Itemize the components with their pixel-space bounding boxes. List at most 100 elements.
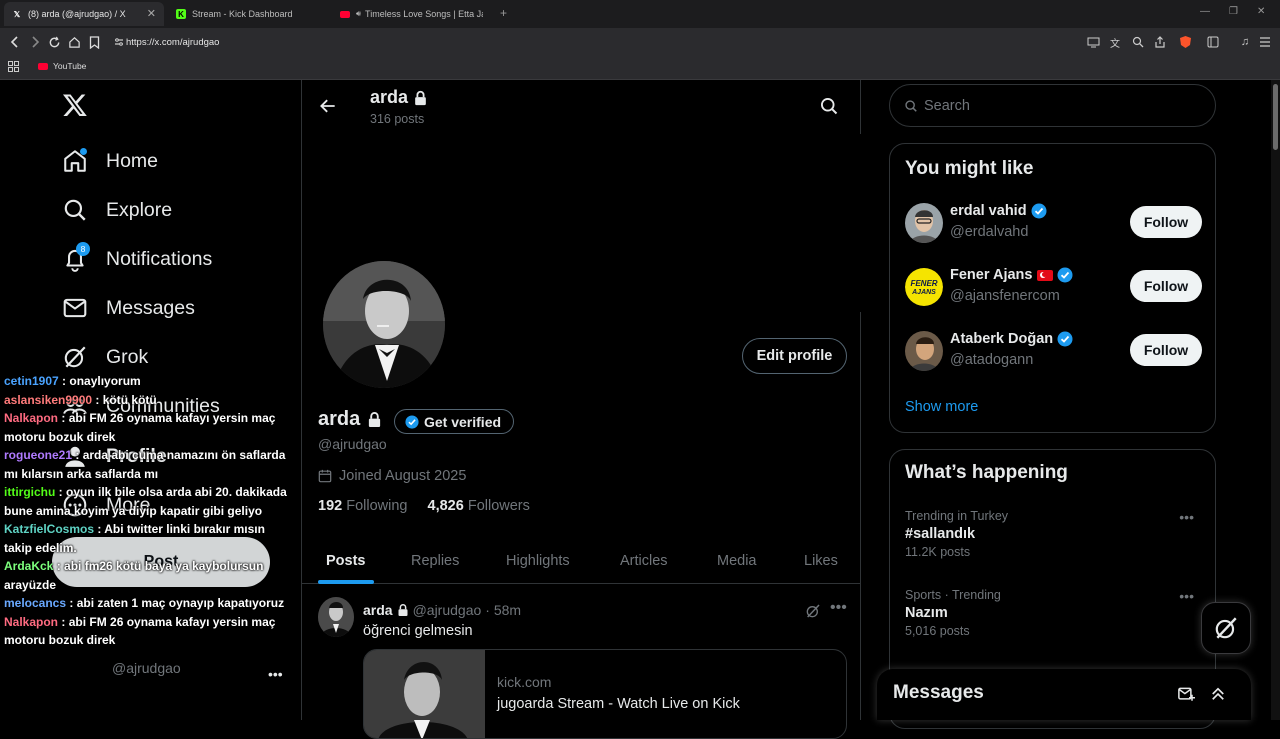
minimize-icon[interactable]: — (1200, 6, 1210, 17)
grok-icon[interactable] (805, 603, 821, 619)
tab-label: Posts (326, 553, 366, 569)
chat-text: onaylıyorum (69, 374, 141, 388)
following-link[interactable]: 192 Following (318, 498, 407, 514)
more-dots-icon[interactable]: ••• (830, 599, 847, 617)
menu-icon[interactable] (1257, 34, 1273, 50)
search-icon[interactable] (819, 96, 839, 116)
followers-label: Followers (467, 498, 530, 514)
address-bar[interactable]: https://x.com/ajrudgao (108, 32, 1078, 52)
tab-youtube[interactable]: 🔊︎ Timeless Love Songs | Etta James (332, 2, 492, 26)
bookmark-youtube[interactable]: YouTube (38, 61, 86, 71)
trend-meta: Sports · Trending (905, 588, 1001, 602)
apps-grid-icon[interactable] (8, 61, 19, 72)
chat-text: abi zaten 1 maç oynayıp kapatıyoruz (76, 596, 285, 610)
suggestion-item[interactable]: erdal vahid @erdalvahd Follow (905, 199, 1202, 247)
cast-icon[interactable] (1085, 34, 1101, 50)
trend-item[interactable]: Sports · Trending Nazım 5,016 posts ••• (905, 588, 1202, 638)
suggestion-name: Ataberk Doğan (950, 331, 1073, 347)
get-verified-button[interactable]: Get verified (394, 409, 515, 434)
x-logo-icon[interactable] (62, 92, 90, 120)
zoom-icon[interactable] (1130, 34, 1146, 50)
tab-posts[interactable]: Posts (318, 538, 374, 584)
suggestion-avatar[interactable]: FENER AJANS (905, 267, 943, 307)
chevron-up-icon[interactable] (1209, 685, 1227, 703)
site-settings-icon[interactable] (114, 37, 124, 47)
nav-notifications[interactable]: 8 Notifications (62, 239, 212, 279)
profile-avatar[interactable] (320, 258, 448, 391)
more-dots-icon[interactable]: ••• (268, 666, 283, 682)
chat-message: KatzfielCosmos : Abi twitter linki bırak… (0, 520, 298, 557)
header-name-text: arda (370, 87, 409, 107)
translate-icon[interactable]: 文 (1107, 34, 1123, 50)
follow-button[interactable]: Follow (1130, 206, 1202, 238)
reload-icon[interactable] (46, 34, 62, 50)
new-message-icon[interactable] (1177, 685, 1195, 703)
search-input[interactable] (924, 97, 1194, 114)
edit-profile-button[interactable]: Edit profile (742, 338, 847, 374)
new-tab-icon[interactable]: + (500, 6, 507, 20)
tab-x-profile[interactable]: 𝕏 (8) arda (@ajrudgao) / X ✕ (4, 2, 164, 26)
profile-header-bar: arda 316 posts (302, 80, 861, 134)
back-arrow-icon[interactable] (318, 96, 338, 116)
trend-item[interactable]: Trending in Turkey #sallandık 11.2K post… (905, 509, 1202, 559)
suggestion-avatar[interactable] (905, 203, 943, 243)
account-switcher[interactable]: @ajrudgao (62, 660, 181, 676)
tab-label: Articles (620, 553, 668, 569)
home-browser-icon[interactable] (66, 34, 82, 50)
grok-floating-button[interactable] (1201, 602, 1251, 654)
bookmark-icon[interactable] (86, 34, 102, 50)
tab-articles[interactable]: Articles (620, 538, 668, 584)
tab-media[interactable]: Media (717, 538, 757, 584)
svg-text:AJANS: AJANS (911, 289, 936, 296)
profile-tabs: Posts Replies Highlights Articles Media … (302, 538, 861, 584)
page-scrollbar[interactable] (1271, 80, 1280, 720)
post-avatar[interactable] (318, 597, 354, 637)
followers-link[interactable]: 4,826 Followers (428, 498, 530, 514)
more-dots-icon[interactable]: ••• (1179, 509, 1194, 525)
tab-label: Likes (804, 553, 838, 569)
trend-name: Nazım (905, 605, 948, 621)
tab-replies[interactable]: Replies (411, 538, 459, 584)
get-verified-label: Get verified (424, 413, 502, 430)
chat-separator: : (58, 614, 69, 629)
suggestion-name-text: Ataberk Doğan (950, 331, 1054, 347)
sidebar-icon[interactable] (1205, 34, 1221, 50)
post-time[interactable]: · 58m (485, 602, 521, 618)
close-window-icon[interactable]: ✕ (1257, 6, 1265, 17)
search-box[interactable] (889, 84, 1216, 127)
tab-likes[interactable]: Likes (804, 538, 838, 584)
post-author-name[interactable]: arda (363, 602, 393, 618)
nav-label: Messages (106, 296, 195, 319)
bookmark-label: YouTube (53, 61, 87, 71)
restore-icon[interactable]: ❐ (1229, 6, 1238, 17)
follow-button[interactable]: Follow (1130, 334, 1202, 366)
tab-highlights[interactable]: Highlights (506, 538, 570, 584)
link-card[interactable]: kick.com jugoarda Stream - Watch Live on… (363, 649, 847, 739)
post-author-handle[interactable]: @ajrudgao (413, 602, 482, 618)
tab-kick-dashboard[interactable]: K Stream - Kick Dashboard (168, 2, 328, 26)
show-more-link[interactable]: Show more (905, 399, 978, 415)
brave-shield-icon[interactable] (1177, 34, 1193, 50)
x-logo-icon: 𝕏 (13, 9, 21, 19)
nav-home[interactable]: Home (62, 141, 158, 181)
back-icon[interactable] (7, 34, 23, 50)
nav-messages[interactable]: Messages (62, 288, 195, 328)
suggestion-avatar[interactable] (905, 331, 943, 371)
forward-icon[interactable] (27, 34, 43, 50)
follow-button[interactable]: Follow (1130, 270, 1202, 302)
chat-username: KatzfielCosmos (4, 522, 95, 536)
nav-grok[interactable]: Grok (62, 337, 148, 377)
close-tab-icon[interactable]: ✕ (147, 7, 156, 20)
suggestion-item[interactable]: FENER AJANS Fener Ajans @ajansfenercom Fo… (905, 263, 1202, 311)
youtube-icon (38, 62, 48, 70)
suggestion-item[interactable]: Ataberk Doğan @atadogann Follow (905, 327, 1202, 375)
share-icon[interactable] (1152, 34, 1168, 50)
more-dots-icon[interactable]: ••• (1179, 588, 1194, 604)
media-control-icon[interactable]: ♫ (1237, 34, 1253, 50)
suggestion-name-text: erdal vahid (950, 203, 1027, 219)
messages-drawer[interactable]: Messages (877, 669, 1251, 720)
nav-explore[interactable]: Explore (62, 190, 172, 230)
post-item[interactable]: arda @ajrudgao · 58m ••• öğrenci gelmesi… (302, 585, 861, 739)
tab-label: Media (717, 553, 757, 569)
scrollbar-thumb[interactable] (1273, 84, 1278, 150)
